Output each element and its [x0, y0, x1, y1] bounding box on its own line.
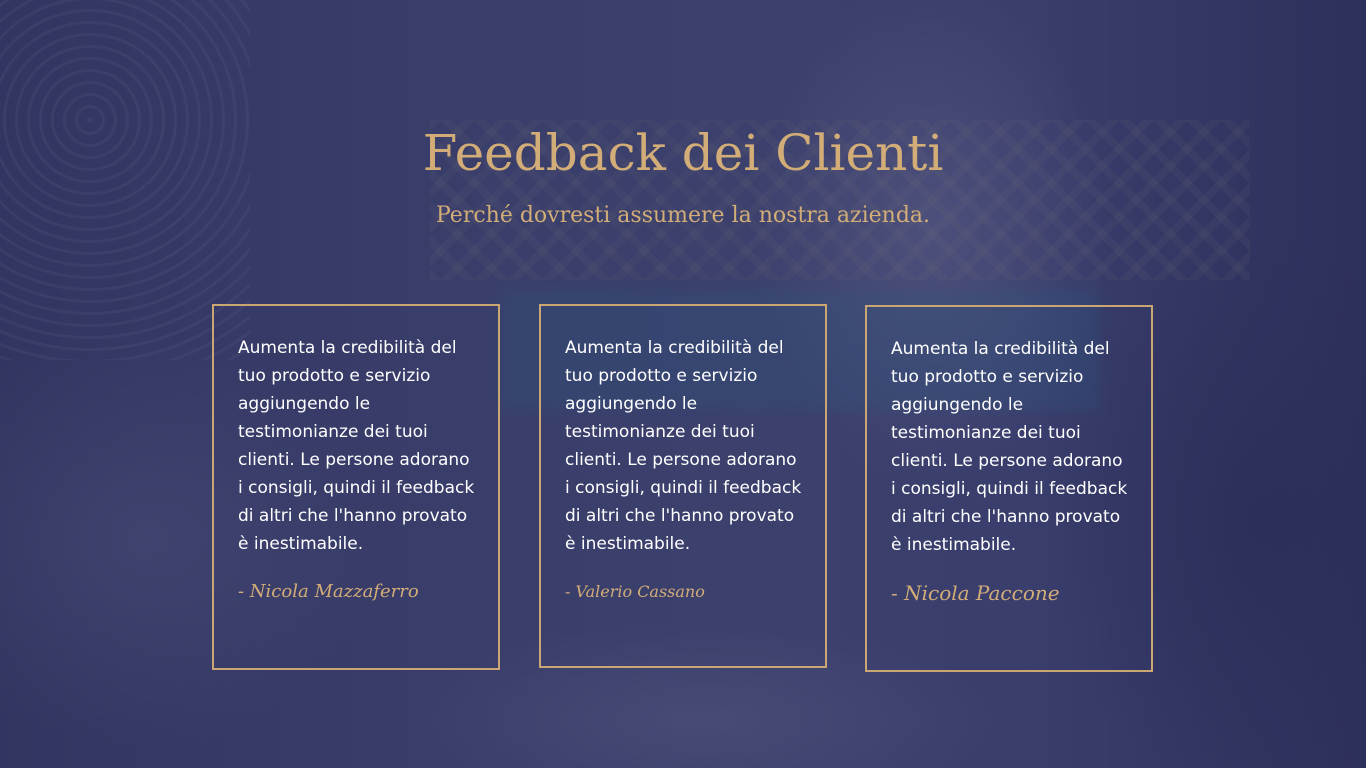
testimonial-card: Aumenta la credibilità del tuo prodotto … [539, 304, 827, 668]
testimonial-text: Aumenta la credibilità del tuo prodotto … [891, 339, 1128, 555]
testimonial-card: Aumenta la credibilità del tuo prodotto … [212, 304, 500, 670]
testimonial-card: Aumenta la credibilità del tuo prodotto … [865, 305, 1153, 672]
testimonial-text: Aumenta la credibilità del tuo prodotto … [238, 338, 475, 554]
page-subtitle: Perché dovresti assumere la nostra azien… [435, 203, 931, 228]
testimonial-author: - Nicola Paccone [891, 581, 1060, 605]
testimonial-text: Aumenta la credibilità del tuo prodotto … [565, 338, 802, 554]
testimonial-author: - Nicola Mazzaferro [238, 581, 419, 602]
testimonial-author: - Valerio Cassano [565, 582, 705, 601]
page-title: Feedback dei Clienti [422, 124, 944, 182]
